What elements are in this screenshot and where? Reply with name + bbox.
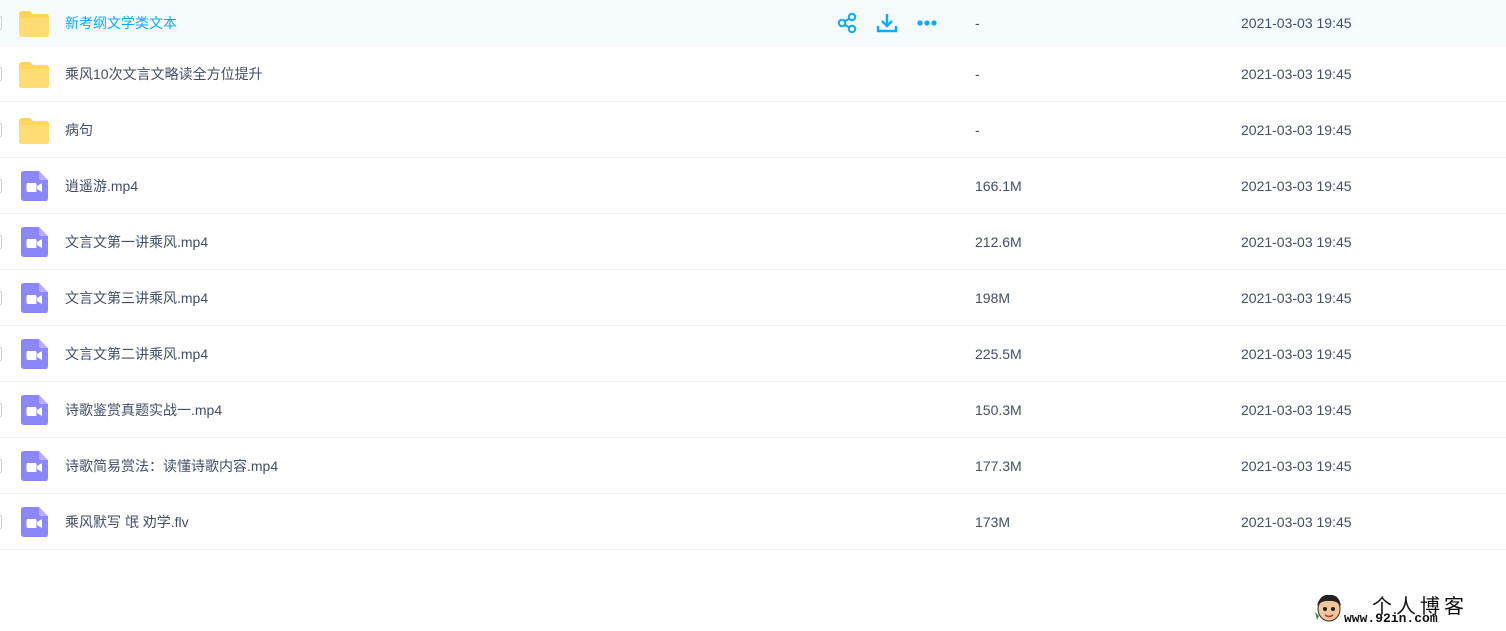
video-file-icon [18,450,50,482]
video-file-icon [18,506,50,538]
file-row[interactable]: 新考纲文学类文本 - 2021-03-03 19:45 [0,0,1506,46]
watermark: 个人博客 www.92in.com [1314,588,1504,628]
file-name-link[interactable]: 文言文第二讲乘风.mp4 [65,344,208,364]
row-checkbox[interactable] [0,346,2,361]
row-checkbox[interactable] [0,290,2,305]
mascot-icon [1315,594,1341,622]
file-size: - [975,65,980,82]
video-file-icon [18,170,50,202]
video-file-icon [18,394,50,426]
file-row[interactable]: 诗歌鉴赏真题实战一.mp4 150.3M 2021-03-03 19:45 [0,382,1506,438]
watermark-url: www.92in.com [1344,611,1438,626]
file-name-link[interactable]: 乘风10次文言文略读全方位提升 [65,64,263,84]
file-modified-time: 2021-03-03 19:45 [1241,65,1352,82]
row-checkbox[interactable] [0,66,2,81]
file-size: - [975,14,980,31]
share-icon[interactable] [836,12,858,34]
file-row[interactable]: 乘风10次文言文略读全方位提升 - 2021-03-03 19:45 [0,46,1506,102]
folder-icon [18,7,50,39]
file-name-link[interactable]: 文言文第一讲乘风.mp4 [65,232,208,252]
file-size: 212.6M [975,233,1022,250]
file-row[interactable]: 诗歌简易赏法：读懂诗歌内容.mp4 177.3M 2021-03-03 19:45 [0,438,1506,494]
file-name-link[interactable]: 新考纲文学类文本 [65,13,177,33]
file-size: 166.1M [975,177,1022,194]
file-list: 新考纲文学类文本 -2021-03-03 19:45 乘风10次文言文略读全方位提升… [0,0,1506,550]
file-name-link[interactable]: 诗歌鉴赏真题实战一.mp4 [65,400,222,420]
file-row[interactable]: 病句 - 2021-03-03 19:45 [0,102,1506,158]
row-checkbox[interactable] [0,122,2,137]
file-row[interactable]: 文言文第二讲乘风.mp4 225.5M 2021-03-03 19:45 [0,326,1506,382]
download-icon[interactable] [876,12,898,34]
row-checkbox[interactable] [0,234,2,249]
file-row[interactable]: 逍遥游.mp4 166.1M 2021-03-03 19:45 [0,158,1506,214]
row-actions [836,12,938,34]
file-name-link[interactable]: 病句 [65,120,93,140]
row-checkbox[interactable] [0,458,2,473]
row-checkbox[interactable] [0,15,2,30]
row-checkbox[interactable] [0,178,2,193]
file-name-link[interactable]: 乘风默写 氓 劝学.flv [65,512,189,532]
file-name-link[interactable]: 文言文第三讲乘风.mp4 [65,288,208,308]
file-size: 225.5M [975,345,1022,362]
file-size: 173M [975,513,1011,530]
folder-icon [18,114,50,146]
video-file-icon [18,226,50,258]
file-size: 150.3M [975,401,1022,418]
file-modified-time: 2021-03-03 19:45 [1241,401,1352,418]
file-modified-time: 2021-03-03 19:45 [1241,457,1352,474]
video-file-icon [18,338,50,370]
file-name-link[interactable]: 诗歌简易赏法：读懂诗歌内容.mp4 [65,456,278,476]
file-modified-time: 2021-03-03 19:45 [1241,177,1352,194]
file-row[interactable]: 文言文第一讲乘风.mp4 212.6M 2021-03-03 19:45 [0,214,1506,270]
row-checkbox[interactable] [0,514,2,529]
more-icon[interactable] [916,12,938,34]
file-name-link[interactable]: 逍遥游.mp4 [65,176,138,196]
file-modified-time: 2021-03-03 19:45 [1241,14,1352,31]
file-size: - [975,121,980,138]
file-modified-time: 2021-03-03 19:45 [1241,513,1352,530]
file-row[interactable]: 乘风默写 氓 劝学.flv 173M 2021-03-03 19:45 [0,494,1506,550]
file-row[interactable]: 文言文第三讲乘风.mp4 198M 2021-03-03 19:45 [0,270,1506,326]
file-modified-time: 2021-03-03 19:45 [1241,289,1352,306]
file-modified-time: 2021-03-03 19:45 [1241,345,1352,362]
video-file-icon [18,282,50,314]
row-checkbox[interactable] [0,402,2,417]
file-modified-time: 2021-03-03 19:45 [1241,121,1352,138]
file-size: 198M [975,289,1011,306]
folder-icon [18,58,50,90]
file-modified-time: 2021-03-03 19:45 [1241,233,1352,250]
file-size: 177.3M [975,457,1022,474]
